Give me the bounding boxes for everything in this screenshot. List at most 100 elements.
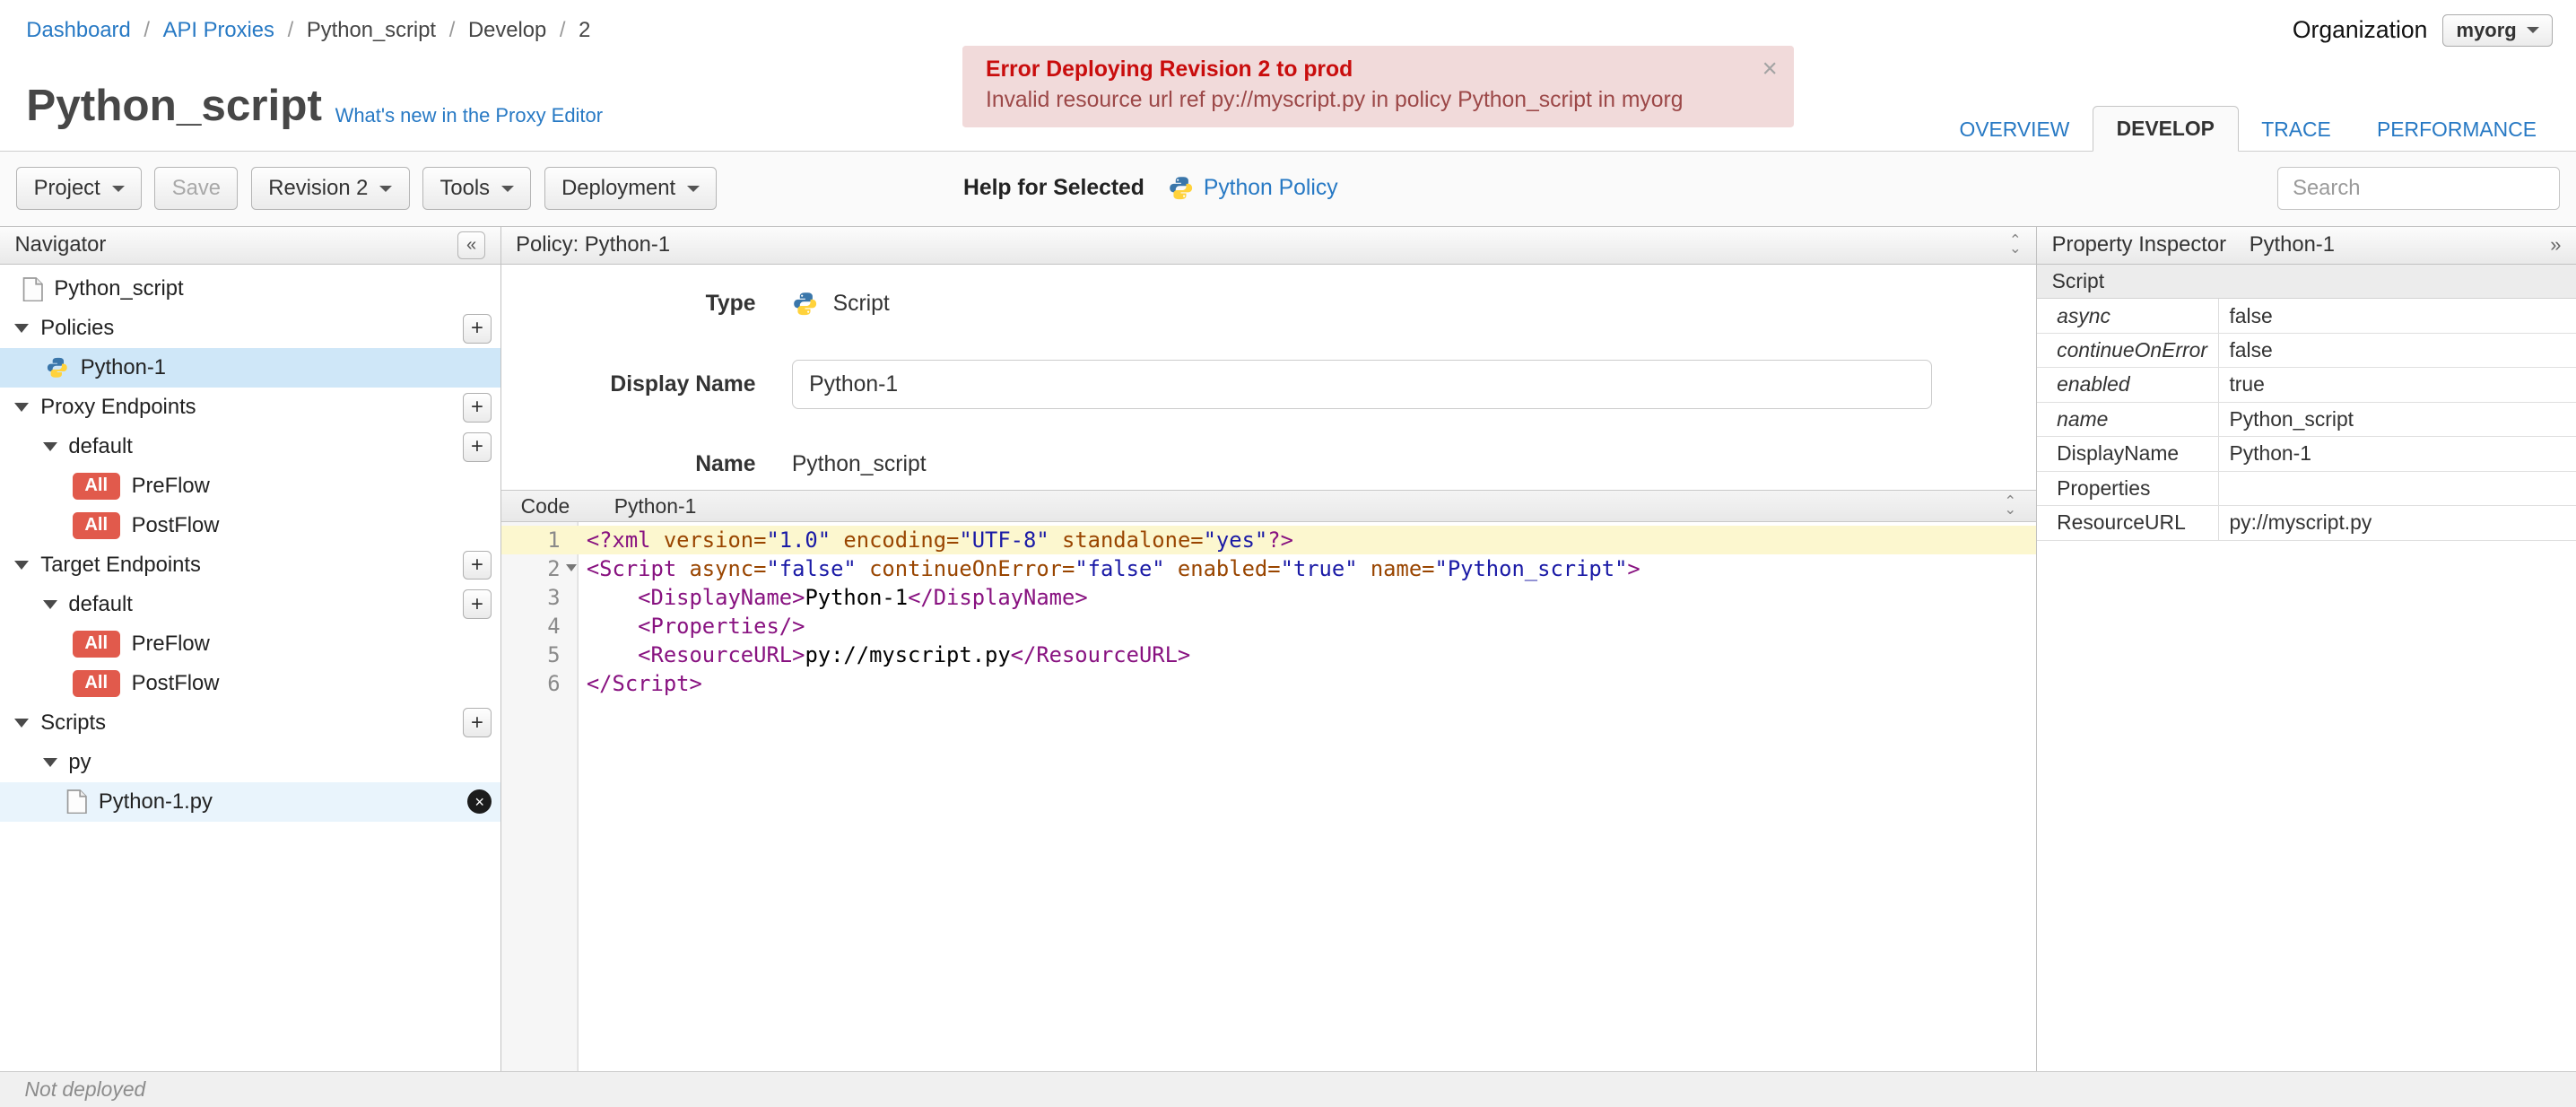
code-token: "false" bbox=[766, 556, 857, 582]
organization-dropdown[interactable]: myorg bbox=[2441, 14, 2554, 47]
property-row: Properties bbox=[2037, 471, 2576, 507]
all-badge: All bbox=[72, 473, 120, 500]
display-name-row: Display Name bbox=[501, 360, 2037, 410]
nav-group-py[interactable]: py bbox=[0, 743, 500, 782]
add-target-flow-button[interactable]: + bbox=[462, 589, 492, 620]
nav-item-label: default bbox=[68, 434, 133, 459]
breadcrumb-item: Python_script bbox=[306, 17, 437, 42]
code-token: "yes" bbox=[1203, 527, 1268, 554]
code-line[interactable]: 6 </Script> bbox=[501, 669, 2037, 698]
collapse-navigator-button[interactable]: « bbox=[457, 231, 486, 259]
caret-down-icon bbox=[686, 185, 700, 192]
property-value[interactable]: Python-1 bbox=[2219, 437, 2575, 470]
code-line[interactable]: 2 <Script async="false" continueOnError=… bbox=[501, 554, 2037, 583]
inspector-policy-name: Python-1 bbox=[2249, 232, 2335, 257]
policy-panel-header: Policy: Python-1 ⌃ ⌄ bbox=[500, 226, 2037, 265]
tab-develop[interactable]: DEVELOP bbox=[2092, 106, 2239, 153]
property-label: name bbox=[2037, 402, 2220, 437]
code-token: > bbox=[1627, 556, 1640, 582]
nav-item-proxy-preflow[interactable]: All PreFlow bbox=[0, 466, 500, 506]
code-token: continueOnError= bbox=[856, 556, 1075, 582]
nav-item-proxy-default[interactable]: default + bbox=[0, 427, 500, 466]
add-policy-button[interactable]: + bbox=[462, 313, 492, 344]
code-line[interactable]: 4 <Properties/> bbox=[501, 612, 2037, 641]
tab-trace[interactable]: TRACE bbox=[2239, 108, 2354, 152]
delete-script-button[interactable]: × bbox=[467, 789, 492, 815]
revision-button[interactable]: Revision 2 bbox=[250, 167, 410, 210]
property-row: enabled true bbox=[2037, 368, 2576, 403]
python-policy-link[interactable]: Python Policy bbox=[1204, 176, 1338, 201]
code-token: version= bbox=[663, 527, 767, 554]
nav-item-policy-python-1[interactable]: Python-1 bbox=[0, 348, 500, 388]
nav-item-label: Python-1.py bbox=[98, 789, 213, 814]
code-token: name= bbox=[1357, 556, 1435, 582]
property-value[interactable]: py://myscript.py bbox=[2219, 506, 2575, 539]
tab-bar: OVERVIEW DEVELOP TRACE PERFORMANCE bbox=[1936, 106, 2560, 153]
property-label: enabled bbox=[2037, 368, 2220, 402]
code-token: ?> bbox=[1267, 527, 1293, 554]
main-area: Navigator « Python_script Policies + Pyt… bbox=[0, 226, 2576, 1072]
python-policy-icon bbox=[48, 358, 67, 379]
navigator-title: Navigator bbox=[14, 232, 107, 257]
breadcrumb-item[interactable]: Dashboard bbox=[26, 18, 130, 43]
nav-section-scripts[interactable]: Scripts + bbox=[0, 703, 500, 743]
project-button[interactable]: Project bbox=[16, 167, 142, 210]
panel-collapse-icon[interactable]: ⌃ ⌄ bbox=[2009, 233, 2022, 257]
display-name-input[interactable] bbox=[791, 360, 1932, 410]
property-value[interactable]: true bbox=[2219, 368, 2575, 401]
line-number: 1 bbox=[547, 527, 561, 554]
code-line[interactable]: 1 <?xml version="1.0" encoding="UTF-8" s… bbox=[500, 526, 2037, 555]
nav-section-proxy-endpoints[interactable]: Proxy Endpoints + bbox=[0, 388, 500, 427]
property-value[interactable]: false bbox=[2219, 334, 2575, 367]
nav-item-script-file[interactable]: Python-1.py × bbox=[0, 781, 500, 822]
close-icon[interactable]: × bbox=[1762, 54, 1778, 84]
python-policy-icon bbox=[1169, 177, 1192, 200]
nav-item-target-default[interactable]: default + bbox=[0, 585, 500, 624]
policy-panel-title: Policy: Python-1 bbox=[516, 232, 671, 257]
code-line-text: </Script> bbox=[579, 669, 702, 698]
property-value[interactable] bbox=[2219, 472, 2575, 505]
nav-item-proxy-root[interactable]: Python_script bbox=[0, 269, 500, 309]
whats-new-link[interactable]: What's new in the Proxy Editor bbox=[335, 104, 603, 127]
nav-item-label: PreFlow bbox=[131, 631, 210, 656]
nav-section-policies[interactable]: Policies + bbox=[0, 309, 500, 348]
navigator-panel: Navigator « Python_script Policies + Pyt… bbox=[0, 226, 501, 1072]
tab-performance[interactable]: PERFORMANCE bbox=[2354, 108, 2559, 152]
nav-item-target-preflow[interactable]: All PreFlow bbox=[0, 624, 500, 664]
property-value[interactable]: false bbox=[2219, 299, 2575, 332]
organization-label: Organization bbox=[2292, 16, 2428, 44]
property-value[interactable]: Python_script bbox=[2219, 403, 2575, 436]
nav-item-proxy-postflow[interactable]: All PostFlow bbox=[0, 506, 500, 545]
breadcrumb-separator: / bbox=[559, 17, 566, 42]
inspector-header: Property Inspector Python-1 » bbox=[2037, 226, 2576, 265]
revision-button-label: Revision 2 bbox=[268, 176, 369, 201]
proxy-editor-page: Dashboard / API Proxies / Python_script … bbox=[0, 0, 2576, 1107]
code-line-text: <ResourceURL>py://myscript.py</ResourceU… bbox=[579, 641, 1190, 669]
code-editor[interactable]: 1 <?xml version="1.0" encoding="UTF-8" s… bbox=[500, 522, 2037, 1072]
property-row: async false bbox=[2037, 299, 2576, 334]
add-script-button[interactable]: + bbox=[462, 708, 492, 738]
nav-item-target-postflow[interactable]: All PostFlow bbox=[0, 664, 500, 703]
code-collapse-icon[interactable]: ⌃ ⌄ bbox=[2004, 494, 2016, 518]
expand-inspector-button[interactable]: » bbox=[2550, 233, 2561, 257]
save-button[interactable]: Save bbox=[154, 167, 239, 210]
code-line[interactable]: 3 <DisplayName>Python-1</DisplayName> bbox=[501, 583, 2037, 612]
code-token: </DisplayName> bbox=[908, 585, 1088, 611]
tab-overview[interactable]: OVERVIEW bbox=[1936, 108, 2093, 152]
property-table: Script async false continueOnError false… bbox=[2037, 264, 2576, 1071]
add-proxy-flow-button[interactable]: + bbox=[462, 431, 492, 462]
search-input[interactable] bbox=[2276, 167, 2560, 210]
line-number: 5 bbox=[547, 642, 561, 668]
tools-button[interactable]: Tools bbox=[422, 167, 532, 210]
fold-icon[interactable] bbox=[565, 564, 577, 572]
deployment-button[interactable]: Deployment bbox=[544, 167, 718, 210]
add-proxy-endpoint-button[interactable]: + bbox=[462, 392, 492, 423]
code-line[interactable]: 5 <ResourceURL>py://myscript.py</Resourc… bbox=[501, 641, 2037, 669]
nav-section-target-endpoints[interactable]: Target Endpoints + bbox=[0, 545, 500, 585]
add-target-endpoint-button[interactable]: + bbox=[462, 550, 492, 580]
code-line-text: <Properties/> bbox=[579, 612, 805, 641]
breadcrumb-item[interactable]: API Proxies bbox=[163, 18, 274, 43]
code-header: Code Python-1 ⌃ ⌄ bbox=[500, 489, 2037, 523]
